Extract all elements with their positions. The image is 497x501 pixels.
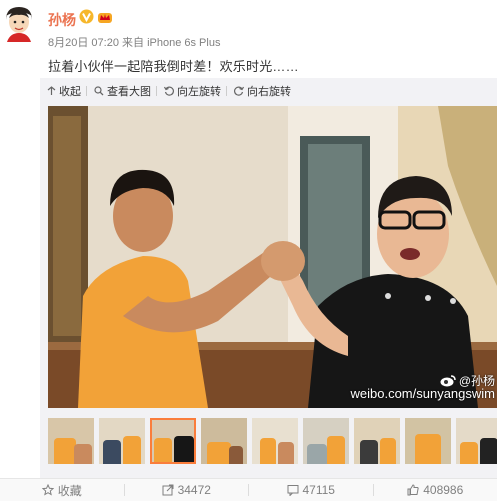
like-count: 408986 [423, 483, 463, 497]
thumbnail[interactable] [252, 418, 298, 464]
rotate-left-button[interactable]: 向左旋转 [164, 83, 221, 99]
like-button[interactable]: 408986 [374, 483, 497, 497]
vip-v-icon [79, 9, 94, 24]
view-large-button[interactable]: 查看大图 [94, 83, 151, 99]
thumbnail-selected[interactable] [150, 418, 196, 464]
collapse-label: 收起 [59, 83, 81, 99]
thumbnail-strip [48, 418, 497, 466]
comment-icon [287, 484, 299, 496]
thumbnail[interactable] [48, 418, 94, 464]
rotate-right-icon [234, 86, 244, 96]
post-meta: 8月20日 07:20 来自 iPhone 6s Plus [48, 34, 220, 50]
watermark-url: weibo.com/sunyangswim [350, 386, 495, 401]
post-text: 拉着小伙伴一起陪我倒时差！欢乐时光…… [48, 56, 299, 75]
comment-count: 47115 [303, 483, 335, 497]
thumbnail[interactable] [456, 418, 497, 464]
collapse-arrow-icon [47, 86, 56, 96]
collapse-button[interactable]: 收起 [47, 83, 81, 99]
thumbnail[interactable] [354, 418, 400, 464]
author-name[interactable]: 孙杨 [48, 10, 76, 30]
toolbar-divider [226, 86, 227, 96]
repost-count: 34472 [178, 483, 211, 497]
thumbnail[interactable] [201, 418, 247, 464]
rotate-left-label: 向左旋转 [177, 83, 221, 99]
source-prefix: 来自 [122, 37, 144, 49]
rotate-left-icon [164, 86, 174, 96]
source-device[interactable]: iPhone 6s Plus [147, 37, 220, 49]
rotate-right-button[interactable]: 向右旋转 [234, 83, 291, 99]
repost-button[interactable]: 34472 [125, 483, 249, 497]
favorite-button[interactable]: 收藏 [0, 482, 124, 499]
toolbar-divider [86, 86, 87, 96]
star-icon [42, 484, 54, 496]
action-bar: 收藏 34472 47115 408986 [0, 478, 497, 501]
favorite-label: 收藏 [58, 482, 82, 499]
search-icon [94, 86, 104, 96]
crown-icon[interactable] [97, 10, 113, 24]
thumbnail[interactable] [303, 418, 349, 464]
toolbar-divider [156, 86, 157, 96]
post-photo[interactable] [48, 106, 497, 408]
repost-icon [162, 484, 174, 496]
thumbnail[interactable] [99, 418, 145, 464]
post-time[interactable]: 8月20日 07:20 [48, 37, 119, 49]
media-toolbar: 收起 查看大图 向左旋转 向右旋转 [40, 78, 497, 104]
thumbnail[interactable] [405, 418, 451, 464]
avatar[interactable] [2, 4, 36, 42]
comment-button[interactable]: 47115 [249, 483, 373, 497]
view-large-label: 查看大图 [107, 83, 151, 99]
rotate-right-label: 向右旋转 [247, 83, 291, 99]
thumbs-up-icon [407, 484, 419, 496]
